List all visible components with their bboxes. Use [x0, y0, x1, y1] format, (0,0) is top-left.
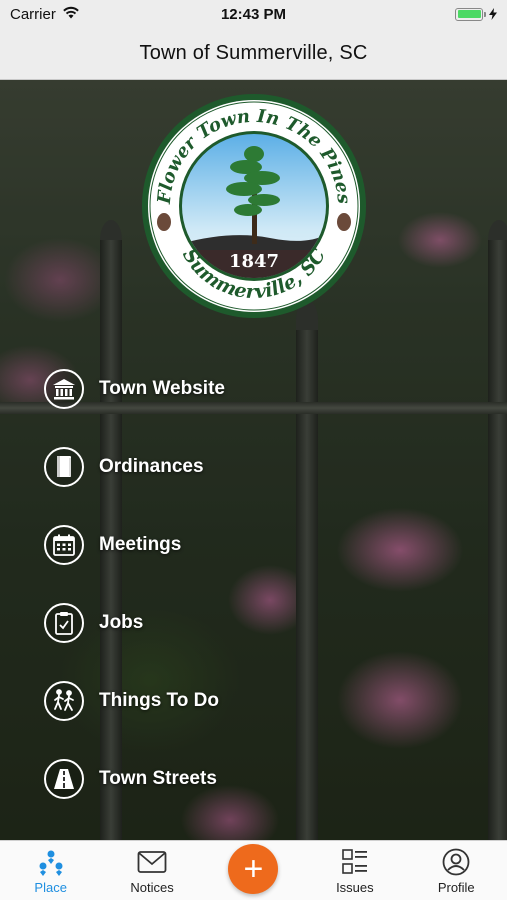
book-icon [44, 447, 84, 487]
page-title: Town of Summerville, SC [139, 42, 368, 64]
menu-item-town-website[interactable]: Town Website [44, 350, 225, 428]
calendar-icon [44, 525, 84, 565]
profile-icon [441, 847, 471, 877]
building-icon [44, 369, 84, 409]
menu-item-town-streets[interactable]: Town Streets [44, 740, 225, 818]
tab-label: Issues [336, 879, 374, 895]
status-left: Carrier [10, 6, 80, 23]
tab-label: Profile [437, 879, 475, 895]
main-menu: Town Website Ordinances Meetings Jobs Th… [44, 350, 225, 818]
nav-bar: Town of Summerville, SC [0, 28, 507, 80]
add-button[interactable]: + [228, 843, 279, 894]
road-icon [44, 759, 84, 799]
seal-year: 1847 [229, 251, 279, 272]
tab-issues[interactable]: Issues [305, 847, 405, 895]
menu-item-label: Town Streets [99, 768, 217, 789]
plus-icon: + [243, 849, 264, 888]
mail-icon [137, 847, 167, 877]
people-walking-icon [44, 681, 84, 721]
menu-item-meetings[interactable]: Meetings [44, 506, 225, 584]
menu-item-jobs[interactable]: Jobs [44, 584, 225, 662]
menu-item-label: Jobs [99, 612, 144, 633]
menu-item-label: Town Website [99, 378, 225, 399]
menu-item-ordinances[interactable]: Ordinances [44, 428, 225, 506]
tab-notices[interactable]: Notices [102, 847, 202, 895]
charging-bolt-icon [489, 8, 497, 20]
clipboard-icon [44, 603, 84, 643]
tab-profile[interactable]: Profile [406, 847, 506, 895]
tab-place[interactable]: Place [1, 847, 101, 895]
wifi-icon [62, 6, 80, 23]
tab-label: Place [34, 879, 67, 895]
issues-icon [340, 847, 370, 877]
tab-add-report[interactable]: + [203, 843, 303, 894]
menu-item-things-to-do[interactable]: Things To Do [44, 662, 225, 740]
menu-item-label: Ordinances [99, 456, 204, 477]
place-icon [36, 847, 66, 877]
town-seal-logo: 1847 Flower Town In The Pines Summervill… [140, 92, 368, 320]
tab-bar: Place Notices + Issues Profile [0, 840, 507, 900]
tab-label: Notices [130, 879, 174, 895]
carrier-label: Carrier [10, 5, 56, 23]
menu-item-label: Meetings [99, 534, 182, 555]
status-bar: Carrier 12:43 PM [0, 0, 507, 28]
menu-item-label: Things To Do [99, 690, 219, 711]
battery-icon [455, 7, 497, 21]
